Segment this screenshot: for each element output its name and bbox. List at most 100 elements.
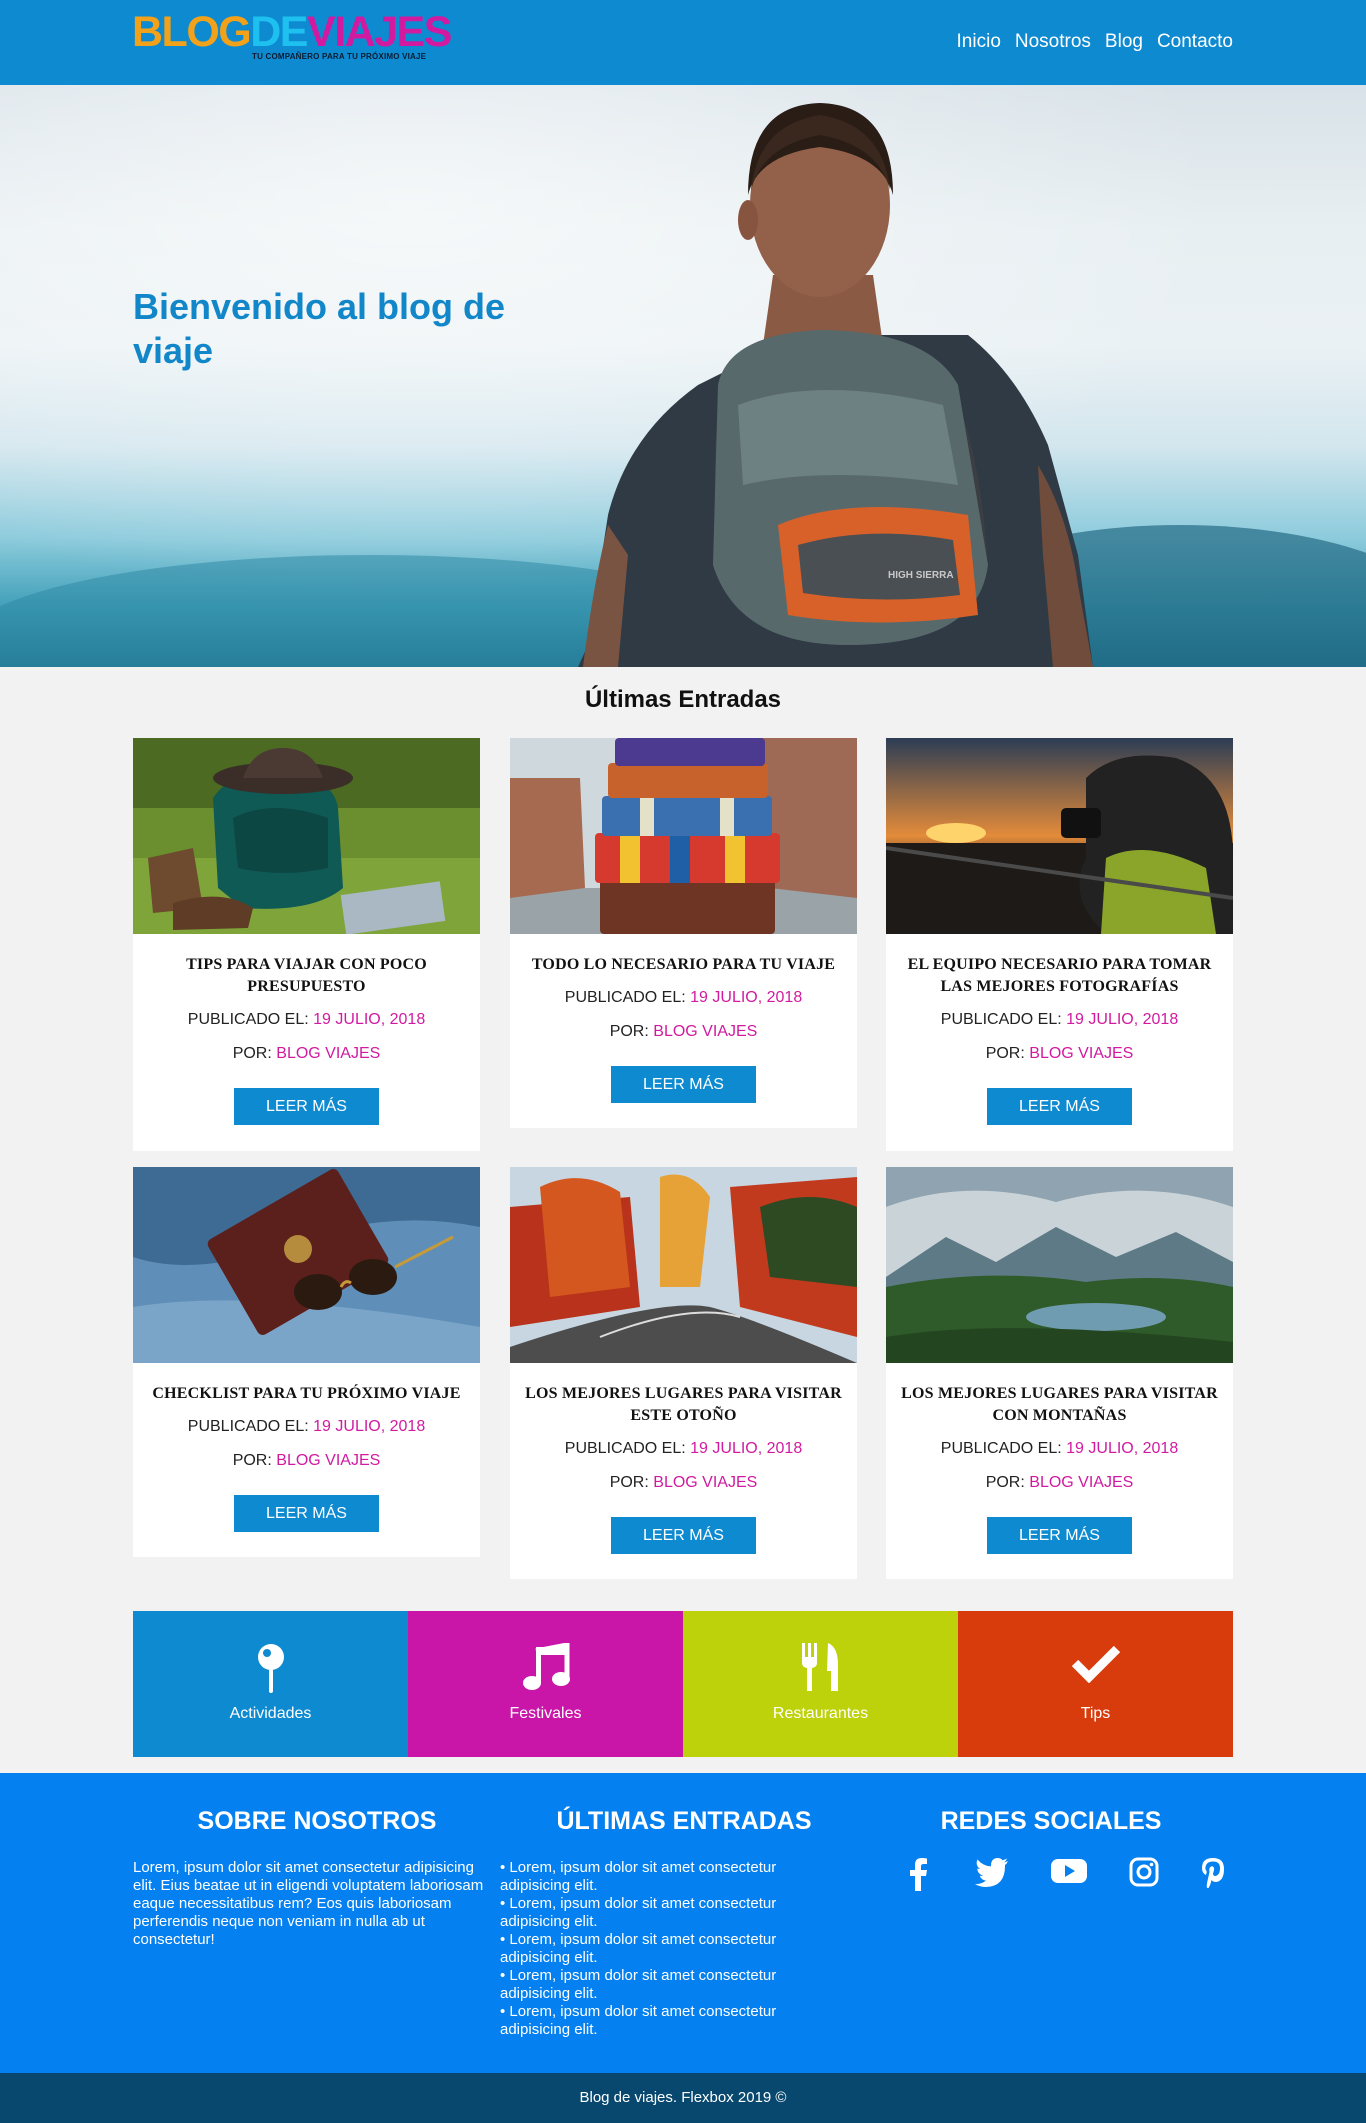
footer-social-title: REDES SOCIALES: [940, 1807, 1162, 1835]
card-date: PUBLICADO EL: 19 JULIO, 2018: [510, 986, 857, 1010]
author-label: POR:: [985, 1474, 1025, 1491]
youtube-icon[interactable]: [1050, 1857, 1088, 1896]
card-date: PUBLICADO EL: 19 JULIO, 2018: [133, 1415, 480, 1439]
check-icon: [1071, 1643, 1121, 1688]
footer-latest-item[interactable]: Lorem, ipsum dolor sit amet consectetur …: [500, 2003, 830, 2039]
card-author: POR: BLOG VIAJES: [886, 1471, 1233, 1495]
card-image-photographer: [886, 738, 1233, 934]
card-author-value: BLOG VIAJES: [1029, 1045, 1134, 1062]
card-image-backpack: [133, 738, 480, 934]
logo-part-de: DE: [250, 8, 308, 56]
category-label: Restaurantes: [772, 1705, 869, 1722]
published-label: PUBLICADO EL:: [564, 1440, 686, 1457]
card-title: CHECKLIST PARA TU PRÓXIMO VIAJE: [152, 1385, 461, 1402]
twitter-icon[interactable]: [975, 1857, 1009, 1896]
svg-text:HIGH SIERRA: HIGH SIERRA: [888, 570, 954, 581]
card-author-value: BLOG VIAJES: [653, 1474, 758, 1491]
nav-contacto[interactable]: Contacto: [1157, 30, 1233, 54]
footer-about-title: SOBRE NOSOTROS: [197, 1807, 437, 1835]
read-more-button[interactable]: LEER MÁS: [987, 1517, 1132, 1554]
published-label: PUBLICADO EL:: [187, 1418, 309, 1435]
card-date-value: 19 JULIO, 2018: [1066, 1011, 1179, 1028]
card-author-value: BLOG VIAJES: [1029, 1474, 1134, 1491]
card-image-passport: [133, 1167, 480, 1363]
logo-wordmark: BLOGDEVIAJES: [132, 11, 457, 54]
footer-latest-list: Lorem, ipsum dolor sit amet consectetur …: [500, 1859, 830, 2039]
instagram-icon[interactable]: [1129, 1857, 1159, 1896]
card-date-value: 19 JULIO, 2018: [690, 1440, 803, 1457]
music-icon: [521, 1641, 571, 1696]
hero-hiker-image: HIGH SIERRA: [578, 103, 1093, 667]
category-restaurantes[interactable]: Restaurantes: [683, 1611, 958, 1757]
footer-latest-title: ÚLTIMAS ENTRADAS: [556, 1807, 812, 1835]
hero-banner: HIGH SIERRA Bienvenido al blog de viaje: [0, 85, 1366, 667]
pin-icon: [256, 1643, 286, 1700]
card-image-mountain-lake: [886, 1167, 1233, 1363]
logo-part-viajes: VIAJES: [306, 8, 452, 56]
footer-latest-item[interactable]: Lorem, ipsum dolor sit amet consectetur …: [500, 1967, 830, 2003]
footer-latest-item[interactable]: Lorem, ipsum dolor sit amet consectetur …: [500, 1931, 830, 1967]
author-label: POR:: [609, 1474, 649, 1491]
blog-card: EL EQUIPO NECESARIO PARA TOMAR LAS MEJOR…: [886, 738, 1233, 1151]
card-title: TIPS PARA VIAJAR CON POCO PRESUPUESTO: [186, 956, 427, 995]
blog-card: TIPS PARA VIAJAR CON POCO PRESUPUESTO PU…: [133, 738, 480, 1151]
logo[interactable]: BLOGDEVIAJES TU COMPAÑERO PARA TU PRÓXIM…: [132, 11, 457, 62]
category-festivales[interactable]: Festivales: [408, 1611, 683, 1757]
latest-entries-title: Últimas Entradas: [584, 686, 782, 713]
site-footer: SOBRE NOSOTROS Lorem, ipsum dolor sit am…: [0, 1773, 1366, 2073]
author-label: POR:: [232, 1045, 272, 1062]
footer-latest-item[interactable]: Lorem, ipsum dolor sit amet consectetur …: [500, 1895, 830, 1931]
blog-card: TODO LO NECESARIO PARA TU VIAJE PUBLICAD…: [510, 738, 857, 1128]
card-date-value: 19 JULIO, 2018: [313, 1011, 426, 1028]
card-date-value: 19 JULIO, 2018: [690, 989, 803, 1006]
footer-about-text: Lorem, ipsum dolor sit amet consectetur …: [133, 1859, 484, 1948]
nav-blog[interactable]: Blog: [1105, 30, 1143, 54]
category-actividades[interactable]: Actividades: [133, 1611, 408, 1757]
blog-card: LOS MEJORES LUGARES PARA VISITAR CON MON…: [886, 1167, 1233, 1579]
footer-latest-item[interactable]: Lorem, ipsum dolor sit amet consectetur …: [500, 1859, 830, 1895]
nav-nosotros[interactable]: Nosotros: [1015, 30, 1091, 54]
social-links: [900, 1857, 1230, 1896]
cutlery-icon: [800, 1643, 842, 1698]
logo-tagline: TU COMPAÑERO PARA TU PRÓXIMO VIAJE: [252, 52, 427, 61]
facebook-icon[interactable]: [904, 1857, 934, 1896]
card-date: PUBLICADO EL: 19 JULIO, 2018: [886, 1008, 1233, 1032]
author-label: POR:: [985, 1045, 1025, 1062]
card-author: POR: BLOG VIAJES: [510, 1020, 857, 1044]
nav-inicio[interactable]: Inicio: [957, 30, 1001, 54]
author-label: POR:: [609, 1023, 649, 1040]
category-label: Actividades: [229, 1705, 312, 1722]
published-label: PUBLICADO EL:: [940, 1011, 1062, 1028]
read-more-button[interactable]: LEER MÁS: [611, 1517, 756, 1554]
read-more-button[interactable]: LEER MÁS: [234, 1495, 379, 1532]
copyright-bar: Blog de viajes. Flexbox 2019 ©: [0, 2073, 1366, 2123]
card-author-value: BLOG VIAJES: [276, 1045, 381, 1062]
card-image-autumn-road: [510, 1167, 857, 1363]
category-label: Festivales: [509, 1705, 582, 1722]
pinterest-icon[interactable]: [1200, 1857, 1226, 1896]
card-author: POR: BLOG VIAJES: [133, 1449, 480, 1473]
published-label: PUBLICADO EL:: [940, 1440, 1062, 1457]
card-date-value: 19 JULIO, 2018: [313, 1418, 426, 1435]
author-label: POR:: [232, 1452, 272, 1469]
card-date-value: 19 JULIO, 2018: [1066, 1440, 1179, 1457]
card-author: POR: BLOG VIAJES: [886, 1042, 1233, 1066]
card-author: POR: BLOG VIAJES: [133, 1042, 480, 1066]
read-more-button[interactable]: LEER MÁS: [611, 1066, 756, 1103]
card-title: EL EQUIPO NECESARIO PARA TOMAR LAS MEJOR…: [907, 956, 1212, 995]
card-title: LOS MEJORES LUGARES PARA VISITAR ESTE OT…: [525, 1385, 842, 1424]
read-more-button[interactable]: LEER MÁS: [234, 1088, 379, 1125]
logo-part-blog: BLOG: [132, 8, 252, 56]
card-date: PUBLICADO EL: 19 JULIO, 2018: [510, 1437, 857, 1461]
card-date: PUBLICADO EL: 19 JULIO, 2018: [886, 1437, 1233, 1461]
read-more-button[interactable]: LEER MÁS: [987, 1088, 1132, 1125]
blog-card: CHECKLIST PARA TU PRÓXIMO VIAJE PUBLICAD…: [133, 1167, 480, 1557]
blog-card: LOS MEJORES LUGARES PARA VISITAR ESTE OT…: [510, 1167, 857, 1579]
card-title: TODO LO NECESARIO PARA TU VIAJE: [531, 956, 836, 973]
categories-bar: Actividades Festivales Restaurantes Tips: [133, 1611, 1233, 1757]
category-tips[interactable]: Tips: [958, 1611, 1233, 1757]
main-nav: Inicio Nosotros Blog Contacto: [957, 30, 1233, 54]
category-label: Tips: [1080, 1705, 1111, 1722]
published-label: PUBLICADO EL:: [564, 989, 686, 1006]
card-author-value: BLOG VIAJES: [653, 1023, 758, 1040]
